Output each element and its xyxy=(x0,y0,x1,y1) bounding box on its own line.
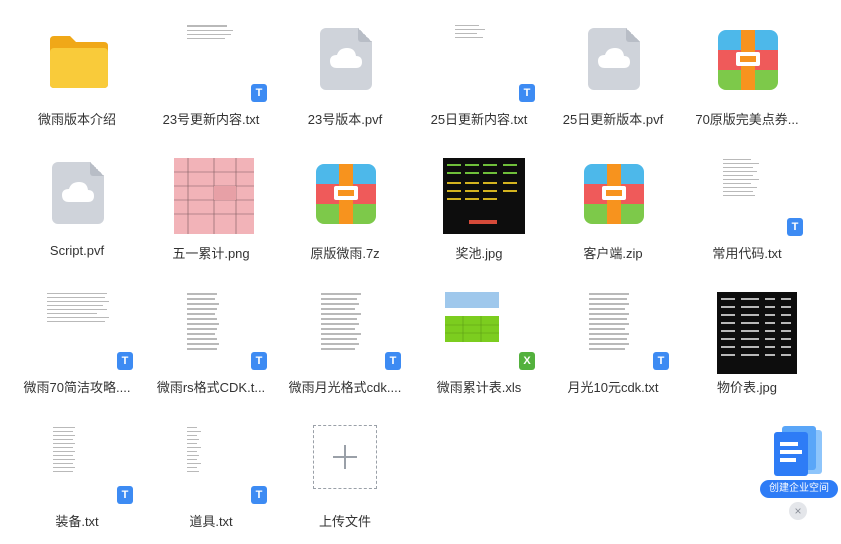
text-file-thumbnail: T xyxy=(43,422,133,504)
text-file-badge-icon: T xyxy=(653,352,669,370)
archive-icon xyxy=(713,20,781,96)
text-file-badge-icon: T xyxy=(519,84,535,102)
file-tile-archive[interactable]: 70原版完美点券... xyxy=(680,8,814,142)
text-file-thumbnail: T xyxy=(713,154,803,236)
file-tile-txt[interactable]: T 23号更新内容.txt xyxy=(144,8,278,142)
spreadsheet-thumbnail: X xyxy=(445,288,535,370)
upload-plus-icon[interactable] xyxy=(311,422,379,498)
file-name: 奖池.jpg xyxy=(455,246,503,261)
file-name: 微雨月光格式cdk.... xyxy=(288,380,402,395)
file-tile-txt[interactable]: T 微雨70简洁攻略.... xyxy=(10,276,144,410)
upload-label: 上传文件 xyxy=(318,514,371,529)
file-name: 23号更新内容.txt xyxy=(162,112,260,127)
file-tile-txt[interactable]: T 装备.txt xyxy=(10,410,144,544)
enterprise-space-promo[interactable]: 创建企业空间 xyxy=(758,422,838,498)
file-tile-jpg[interactable]: 物价表.jpg xyxy=(680,276,814,410)
file-name: 70原版完美点券... xyxy=(695,112,799,127)
text-file-badge-icon: T xyxy=(117,352,133,370)
file-tile-pvf[interactable]: Script.pvf xyxy=(10,142,144,276)
archive-icon xyxy=(579,154,647,230)
cloud-file-icon xyxy=(43,154,111,230)
file-tile-pvf[interactable]: 23号版本.pvf xyxy=(278,8,412,142)
file-tile-xls[interactable]: X 微雨累计表.xls xyxy=(412,276,546,410)
file-tile-txt[interactable]: T 道具.txt xyxy=(144,410,278,544)
file-tile-jpg[interactable]: 奖池.jpg xyxy=(412,142,546,276)
image-thumbnail xyxy=(174,154,254,234)
excel-badge-icon: X xyxy=(519,352,535,370)
text-file-thumbnail: T xyxy=(177,20,267,102)
image-thumbnail xyxy=(713,288,797,374)
file-tile-png[interactable]: 五一累计.png xyxy=(144,142,278,276)
file-name: 常用代码.txt xyxy=(712,246,782,261)
file-tile-txt[interactable]: T 常用代码.txt xyxy=(680,142,814,276)
file-name: 微雨累计表.xls xyxy=(436,380,522,395)
text-file-badge-icon: T xyxy=(251,84,267,102)
file-name: 五一累计.png xyxy=(172,246,250,261)
text-file-thumbnail: T xyxy=(311,288,401,370)
file-name: 微雨70简洁攻略.... xyxy=(23,380,131,395)
file-name: 月光10元cdk.txt xyxy=(567,380,659,395)
file-tile-folder[interactable]: 微雨版本介绍 xyxy=(10,8,144,142)
text-file-thumbnail: T xyxy=(445,20,535,102)
text-file-badge-icon: T xyxy=(117,486,133,504)
file-name: 道具.txt xyxy=(189,514,233,529)
text-file-thumbnail: T xyxy=(177,288,267,370)
file-tile-pvf[interactable]: 25日更新版本.pvf xyxy=(546,8,680,142)
text-file-thumbnail: T xyxy=(579,288,669,370)
text-file-badge-icon: T xyxy=(251,486,267,504)
create-enterprise-space-button[interactable]: 创建企业空间 xyxy=(760,480,838,498)
file-name: 微雨版本介绍 xyxy=(37,112,116,127)
file-tile-archive[interactable]: 原版微雨.7z xyxy=(278,142,412,276)
cloud-file-icon xyxy=(579,20,647,96)
file-name: 23号版本.pvf xyxy=(307,112,383,127)
file-tile-txt[interactable]: T 月光10元cdk.txt xyxy=(546,276,680,410)
archive-icon xyxy=(311,154,379,230)
file-name: 装备.txt xyxy=(55,514,99,529)
enterprise-space-icon xyxy=(774,426,822,476)
cloud-file-icon xyxy=(311,20,379,96)
file-tile-txt[interactable]: T 25日更新内容.txt xyxy=(412,8,546,142)
file-name: 微雨rs格式CDK.t... xyxy=(156,380,266,395)
image-thumbnail xyxy=(443,154,525,234)
file-tile-archive[interactable]: 客户端.zip xyxy=(546,142,680,276)
text-file-badge-icon: T xyxy=(251,352,267,370)
text-file-thumbnail: T xyxy=(43,288,133,370)
folder-icon xyxy=(43,20,111,96)
file-name: Script.pvf xyxy=(49,243,105,258)
close-icon[interactable]: × xyxy=(789,502,807,520)
file-name: 物价表.jpg xyxy=(717,380,777,395)
text-file-thumbnail: T xyxy=(177,422,267,504)
upload-file-tile[interactable]: 上传文件 xyxy=(278,410,412,544)
file-name: 客户端.zip xyxy=(583,246,643,261)
file-name: 25日更新内容.txt xyxy=(430,112,528,127)
file-tile-txt[interactable]: T 微雨月光格式cdk.... xyxy=(278,276,412,410)
text-file-badge-icon: T xyxy=(787,218,803,236)
file-name: 25日更新版本.pvf xyxy=(562,112,664,127)
text-file-badge-icon: T xyxy=(385,352,401,370)
file-tile-txt[interactable]: T 微雨rs格式CDK.t... xyxy=(144,276,278,410)
file-name: 原版微雨.7z xyxy=(310,246,380,261)
